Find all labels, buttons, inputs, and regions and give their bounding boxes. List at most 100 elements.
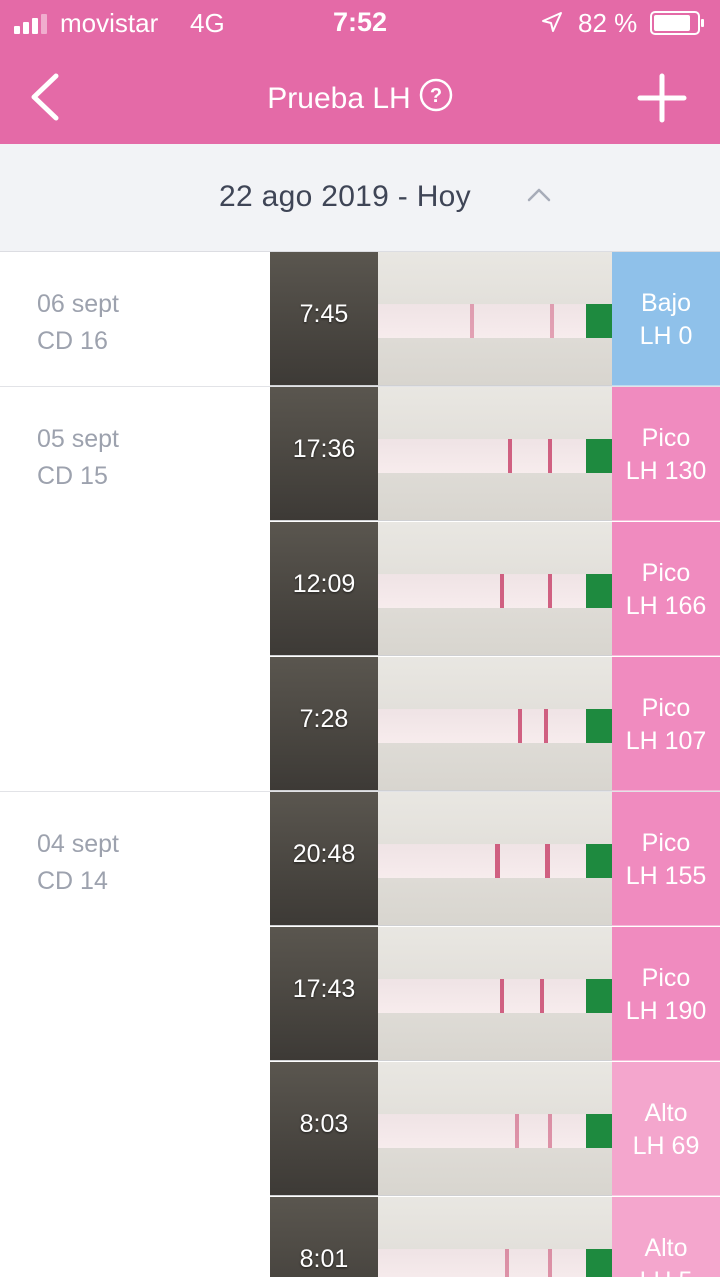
test-strip	[378, 1114, 612, 1148]
result-lh-value: LH 0	[639, 322, 693, 350]
photo-background	[378, 927, 612, 1060]
test-time: 7:28	[299, 705, 349, 733]
result-level: Bajo	[640, 289, 692, 317]
cycle-day: CD 14	[37, 867, 108, 895]
test-strip-photo: 20:48	[270, 792, 612, 926]
test-result-badge: Alto LH 69	[612, 1062, 720, 1196]
strip-test-line	[545, 844, 550, 878]
test-strip-photo: 17:36	[270, 387, 612, 521]
strip-handle	[586, 709, 612, 743]
test-time: 8:01	[299, 1245, 349, 1273]
day-group: 05 sept CD 15 17:36 Pico LH 130 12:09 Pico LH 1…	[0, 387, 720, 792]
day-group: 04 sept CD 14 20:48 Pico LH 155 17:43 Pico LH 1…	[0, 792, 720, 1277]
test-result-badge: Pico LH 166	[612, 522, 720, 656]
status-bar: movistar 4G 7:52 82 %	[0, 0, 720, 48]
strip-test-line	[548, 1249, 552, 1277]
test-row[interactable]: 7:28 Pico LH 107	[270, 657, 720, 792]
result-level: Pico	[641, 964, 691, 992]
help-button[interactable]: ?	[419, 78, 453, 112]
test-strip	[378, 709, 612, 743]
result-lh-value: LH 190	[625, 997, 707, 1025]
strip-test-line	[518, 709, 522, 743]
result-level: Pico	[641, 829, 691, 857]
day-group: 06 sept CD 16 7:45 Bajo LH 0	[0, 252, 720, 387]
strip-test-line	[500, 979, 504, 1013]
svg-text:?: ?	[430, 85, 442, 107]
day-info: 05 sept CD 15	[37, 421, 119, 495]
test-result-badge: Pico LH 190	[612, 927, 720, 1061]
day-date: 04 sept	[37, 830, 120, 858]
photo-background	[378, 792, 612, 925]
strip-handle	[586, 1114, 612, 1148]
test-time: 20:48	[292, 840, 356, 868]
strip-handle	[586, 844, 612, 878]
test-result-badge: Bajo LH 0	[612, 252, 720, 386]
test-row[interactable]: 8:03 Alto LH 69	[270, 1062, 720, 1197]
cycle-day: CD 15	[37, 462, 108, 490]
test-strip	[378, 304, 612, 338]
test-result-badge: Pico LH 107	[612, 657, 720, 791]
result-lh-value: LH 130	[625, 457, 707, 485]
page-title: Prueba LH	[267, 82, 411, 115]
photo-background	[378, 1062, 612, 1195]
strip-test-line	[515, 1114, 519, 1148]
strip-test-line	[550, 304, 554, 338]
strip-test-line	[544, 709, 548, 743]
test-row[interactable]: 8:01 Alto LH 5	[270, 1197, 720, 1277]
test-row[interactable]: 17:43 Pico LH 190	[270, 927, 720, 1062]
strip-test-line	[470, 304, 474, 338]
result-lh-value: LH 155	[625, 862, 707, 890]
test-result-badge: Pico LH 155	[612, 792, 720, 926]
day-info: 06 sept CD 16	[37, 286, 119, 360]
strip-test-line	[548, 439, 552, 473]
strip-handle	[586, 1249, 612, 1277]
photo-background	[378, 252, 612, 385]
test-strip-photo: 17:43	[270, 927, 612, 1061]
result-level: Pico	[641, 424, 691, 452]
test-time: 12:09	[292, 570, 356, 598]
add-test-button[interactable]	[636, 72, 688, 124]
test-time: 17:43	[292, 975, 356, 1003]
test-strip	[378, 439, 612, 473]
cycle-day: CD 16	[37, 327, 108, 355]
test-strip	[378, 574, 612, 608]
result-level: Pico	[641, 694, 691, 722]
battery-percent: 82 %	[578, 8, 638, 38]
test-row[interactable]: 12:09 Pico LH 166	[270, 522, 720, 657]
test-strip	[378, 979, 612, 1013]
strip-handle	[586, 574, 612, 608]
test-time: 7:45	[299, 300, 349, 328]
result-lh-value: LH 5	[612, 1265, 720, 1277]
test-strip-photo: 7:28	[270, 657, 612, 791]
strip-test-line	[548, 574, 552, 608]
test-strip-photo: 8:01	[270, 1197, 612, 1277]
photo-background	[378, 1197, 612, 1277]
strip-test-line	[548, 1114, 552, 1148]
chevron-up-icon	[527, 188, 551, 202]
test-row[interactable]: 20:48 Pico LH 155	[270, 792, 720, 927]
photo-background	[378, 522, 612, 655]
test-strip-photo: 12:09	[270, 522, 612, 656]
strip-test-line	[500, 574, 504, 608]
day-date: 06 sept	[37, 290, 120, 318]
strip-test-line	[495, 844, 500, 878]
page-title-group: Prueba LH ?	[0, 78, 720, 116]
test-strip-photo: 8:03	[270, 1062, 612, 1196]
test-strip-photo: 7:45	[270, 252, 612, 386]
test-list: 06 sept CD 16 7:45 Bajo LH 0 05 sept CD 15 17:3…	[0, 252, 720, 1277]
strip-handle	[586, 979, 612, 1013]
result-level: Alto	[644, 1099, 688, 1127]
strip-test-line	[540, 979, 544, 1013]
test-row[interactable]: 17:36 Pico LH 130	[270, 387, 720, 522]
battery-icon	[650, 11, 704, 35]
test-row[interactable]: 7:45 Bajo LH 0	[270, 252, 720, 387]
result-level: Alto	[644, 1234, 688, 1262]
date-range-selector[interactable]: 22 ago 2019 - Hoy	[0, 144, 720, 252]
test-strip	[378, 1249, 612, 1277]
app-header: movistar 4G 7:52 82 % Prueba LH ?	[0, 0, 720, 144]
strip-handle	[586, 304, 612, 338]
result-level: Pico	[641, 559, 691, 587]
result-lh-value: LH 166	[625, 592, 707, 620]
day-info: 04 sept CD 14	[37, 826, 119, 900]
test-result-badge: Alto LH 5	[612, 1197, 720, 1277]
